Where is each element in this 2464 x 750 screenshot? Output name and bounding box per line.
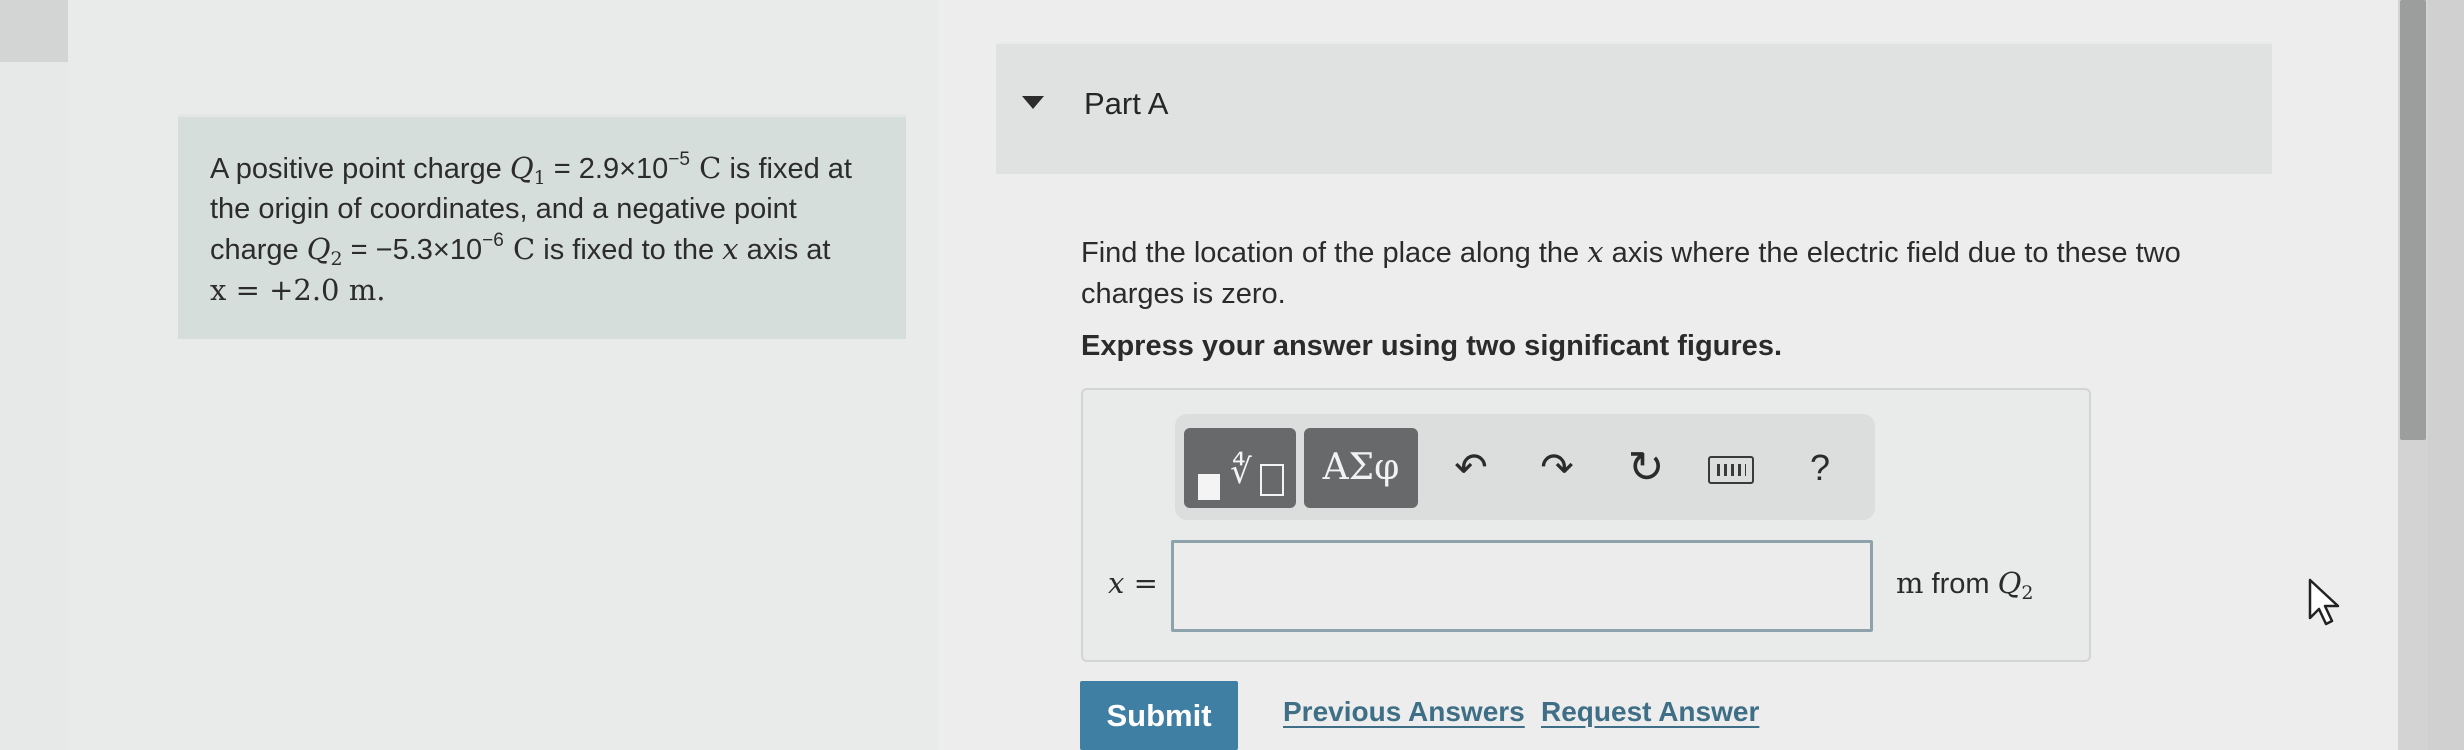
- position-value: x = +2.0 m.: [210, 273, 386, 307]
- symbols-button[interactable]: ΑΣφ: [1304, 428, 1418, 508]
- problem-text-segment: A positive point charge: [210, 153, 510, 185]
- collapse-triangle-icon[interactable]: [1022, 96, 1044, 109]
- charge-exponent: −5: [668, 149, 690, 170]
- problem-text-segment: charge: [210, 234, 307, 266]
- charge-value: = −5.3×10: [342, 234, 483, 266]
- charge-symbol: Q: [306, 232, 331, 266]
- top-left-block: [0, 0, 68, 62]
- charge-symbol: Q: [1997, 566, 2022, 600]
- part-title[interactable]: Part A: [1084, 86, 1168, 122]
- problem-text-segment: the origin of coordinates, and a negativ…: [210, 193, 797, 225]
- help-icon[interactable]: ?: [1800, 438, 1840, 498]
- edge-strip: [2428, 0, 2464, 750]
- reset-icon[interactable]: ↻: [1618, 438, 1674, 498]
- charge-symbol: Q: [509, 151, 534, 185]
- charge-exponent: −6: [482, 230, 504, 251]
- redo-icon[interactable]: ↷: [1532, 438, 1582, 498]
- charge-subscript: 1: [533, 167, 546, 189]
- part-header[interactable]: [996, 42, 2272, 174]
- charge-unit: C: [503, 232, 536, 266]
- left-pane: [68, 0, 938, 750]
- undo-icon[interactable]: ↶: [1446, 438, 1496, 498]
- previous-answers-link[interactable]: Previous Answers: [1283, 696, 1525, 728]
- question-text: Find the location of the place along the…: [1081, 232, 2241, 315]
- keyboard-icon[interactable]: [1708, 456, 1754, 484]
- unit-label: m from Q2: [1896, 566, 2034, 604]
- problem-text-segment: is fixed at: [721, 153, 852, 185]
- instruction-text: Express your answer using two significan…: [1081, 330, 1782, 362]
- request-answer-link[interactable]: Request Answer: [1541, 696, 1759, 728]
- charge-value: = 2.9×10: [545, 153, 669, 185]
- templates-icon: ∜: [1194, 448, 1290, 500]
- charge-subscript: 2: [330, 248, 343, 270]
- mouse-cursor-icon: [2308, 578, 2340, 626]
- problem-text-segment: axis at: [738, 234, 831, 266]
- problem-text: A positive point charge Q1 = 2.9×10−5 C …: [210, 148, 890, 311]
- scrollbar-thumb[interactable]: [2400, 0, 2426, 440]
- answer-input[interactable]: [1171, 540, 1873, 632]
- unit-text: from: [1923, 568, 1998, 600]
- unit-text: m: [1896, 566, 1924, 600]
- submit-button[interactable]: Submit: [1080, 681, 1238, 750]
- charge-subscript: 2: [2021, 582, 2034, 604]
- question-segment: Find the location of the place along the: [1081, 237, 1588, 269]
- math-variable: x: [722, 232, 739, 266]
- math-variable: x: [1587, 235, 1604, 269]
- charge-unit: C: [689, 151, 722, 185]
- answer-variable-label: x =: [1108, 566, 1158, 600]
- templates-button[interactable]: ∜: [1184, 428, 1296, 508]
- problem-text-segment: is fixed to the: [535, 234, 723, 266]
